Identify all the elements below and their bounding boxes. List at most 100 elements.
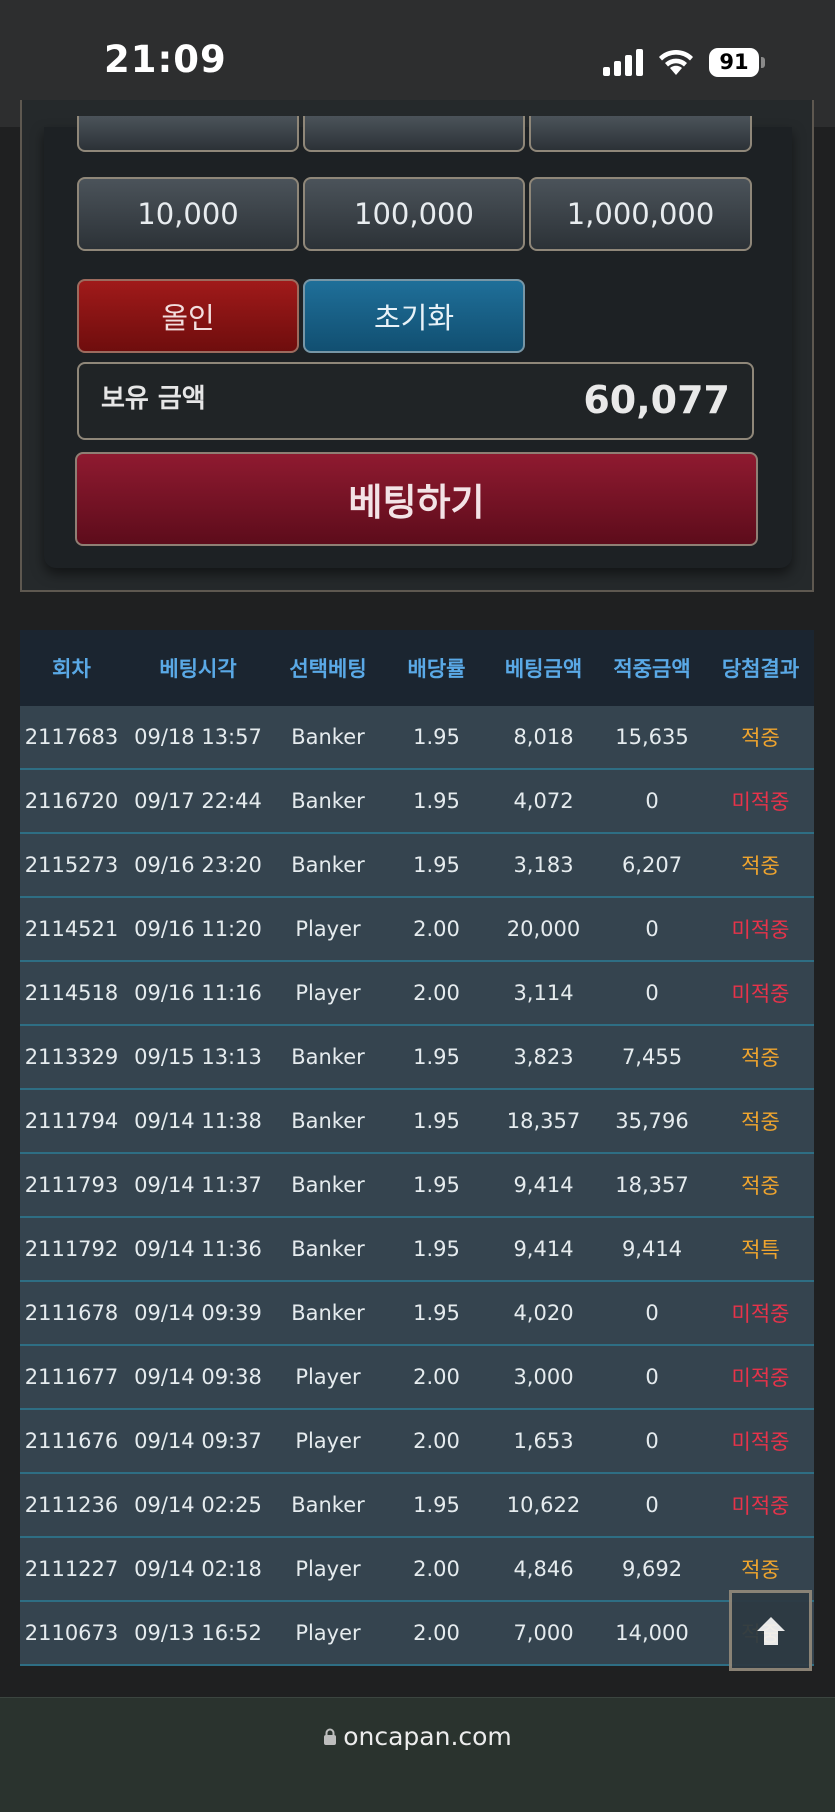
balance-label: 보유 금액 [101,384,206,414]
cell-bet-amount: 3,000 [513,1365,574,1389]
clock: 21:09 [104,38,227,81]
scroll-top-button[interactable] [729,1590,812,1671]
cell-odds: 1.95 [413,725,460,749]
cell-selection: Player [295,917,361,941]
cell-bet-time: 09/14 11:38 [134,1109,262,1133]
cell-bet-amount: 3,183 [513,853,574,877]
cell-round: 2115273 [24,853,119,877]
chip-button-hidden-2[interactable] [303,116,525,152]
cell-selection: Banker [291,1237,365,1261]
cell-bet-time: 09/16 11:20 [134,917,262,941]
table-row: 2113329 09/15 13:13 Banker 1.95 3,823 7,455 적중 [20,1026,814,1090]
cell-result: 미적중 [731,1366,790,1390]
cell-result: 적중 [741,854,780,878]
cell-selection: Player [295,981,361,1005]
balance-box: 보유 금액 60,077 [77,362,754,440]
header-selection: 선택베팅 [289,657,367,681]
table-row: 2116720 09/17 22:44 Banker 1.95 4,072 0 미적중 [20,770,814,834]
cell-result: 적중 [741,1558,780,1582]
place-bet-button[interactable]: 베팅하기 [75,452,758,546]
cell-win-amount: 15,635 [615,725,689,749]
cell-bet-amount: 7,000 [513,1621,574,1645]
cell-win-amount: 9,692 [621,1557,683,1581]
cell-odds: 2.00 [413,1621,460,1645]
cell-bet-time: 09/13 16:52 [134,1621,262,1645]
header-result: 당첨결과 [721,657,800,681]
cell-odds: 1.95 [413,789,460,813]
cell-bet-time: 09/14 02:18 [134,1557,262,1581]
cell-round: 2111236 [24,1493,119,1517]
cell-bet-amount: 3,823 [513,1045,574,1069]
cell-selection: Player [295,1365,361,1389]
cell-round: 2111227 [24,1557,119,1581]
cell-win-amount: 0 [645,789,659,813]
table-row: 2111794 09/14 11:38 Banker 1.95 18,357 35,796… [20,1090,814,1154]
table-row: 2111676 09/14 09:37 Player 2.00 1,653 0 미적중 [20,1410,814,1474]
cell-odds: 1.95 [413,853,460,877]
cell-win-amount: 0 [645,1429,659,1453]
cell-result: 미적중 [731,790,790,814]
cell-odds: 2.00 [413,1365,460,1389]
chip-button-hidden-3[interactable] [529,116,752,152]
cell-selection: Player [295,1429,361,1453]
cell-odds: 1.95 [413,1493,460,1517]
table-row: 2111792 09/14 11:36 Banker 1.95 9,414 9,414 적특 [20,1218,814,1282]
cell-bet-amount: 3,114 [513,981,574,1005]
cell-selection: Banker [291,853,365,877]
table-row: 2111793 09/14 11:37 Banker 1.95 9,414 18,357 적… [20,1154,814,1218]
signal-icon [603,48,643,76]
chip-button-1000000[interactable]: 1,000,000 [529,177,752,251]
cell-odds: 1.95 [413,1045,460,1069]
cell-round: 2111676 [24,1429,119,1453]
table-row: 2111678 09/14 09:39 Banker 1.95 4,020 0 미적중 [20,1282,814,1346]
browser-url-bar[interactable]: oncapan.com [0,1697,835,1812]
cell-bet-time: 09/14 11:36 [134,1237,262,1261]
header-win-amount: 적중금액 [613,657,691,681]
reset-button[interactable]: 초기화 [303,279,525,353]
cell-bet-time: 09/14 09:37 [134,1429,262,1453]
table-row: 2114521 09/16 11:20 Player 2.00 20,000 0 미적중 [20,898,814,962]
cell-bet-amount: 4,072 [513,789,574,813]
table-body: 2117683 09/18 13:57 Banker 1.95 8,018 15,635 적… [20,706,814,1666]
cell-selection: Banker [291,1173,365,1197]
cell-selection: Banker [291,1109,365,1133]
cell-selection: Banker [291,789,365,813]
header-bet-time: 베팅시각 [159,657,237,681]
cell-round: 2113329 [24,1045,119,1069]
wifi-icon [659,49,693,75]
cell-selection: Banker [291,1493,365,1517]
chip-button-10000[interactable]: 10,000 [77,177,299,251]
bet-history-table: 회차 베팅시각 선택베팅 배당률 베팅금액 적중금액 당첨결과 2117683 0… [20,630,814,1666]
cell-round: 2110673 [24,1621,119,1645]
cell-round: 2117683 [24,725,119,749]
cell-round: 2114521 [24,917,119,941]
cell-round: 2116720 [24,789,119,813]
cell-round: 2111677 [24,1365,119,1389]
table-row: 2117683 09/18 13:57 Banker 1.95 8,018 15,635 적… [20,706,814,770]
cell-result: 적중 [741,1046,780,1070]
url-text: oncapan.com [343,1722,512,1751]
cell-odds: 1.95 [413,1109,460,1133]
chip-button-100000[interactable]: 100,000 [303,177,525,251]
cell-result: 적중 [741,1174,780,1198]
url-display[interactable]: oncapan.com [0,1722,835,1751]
cell-win-amount: 0 [645,1301,659,1325]
cell-result: 적중 [741,726,780,750]
cell-odds: 2.00 [413,917,460,941]
cell-win-amount: 0 [645,1493,659,1517]
cell-result: 적중 [741,1110,780,1134]
chip-button-hidden-1[interactable] [77,116,299,152]
allin-button[interactable]: 올인 [77,279,299,353]
cell-odds: 2.00 [413,1429,460,1453]
cell-selection: Banker [291,1045,365,1069]
cell-bet-amount: 1,653 [513,1429,574,1453]
table-row: 2111227 09/14 02:18 Player 2.00 4,846 9,692 적중 [20,1538,814,1602]
cell-bet-time: 09/14 09:38 [134,1365,262,1389]
cell-bet-time: 09/14 11:37 [134,1173,262,1197]
cell-odds: 1.95 [413,1237,460,1261]
cell-selection: Player [295,1557,361,1581]
cell-bet-amount: 9,414 [513,1237,574,1261]
cell-bet-time: 09/14 02:25 [134,1493,262,1517]
cell-win-amount: 0 [645,1365,659,1389]
cell-win-amount: 9,414 [621,1237,683,1261]
